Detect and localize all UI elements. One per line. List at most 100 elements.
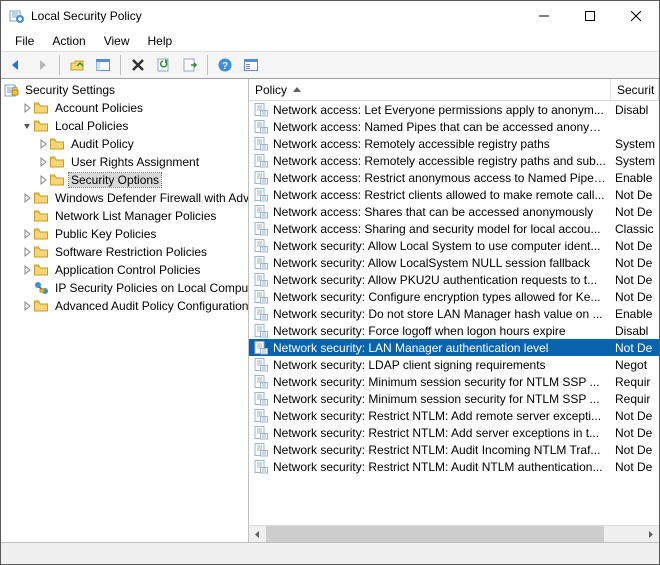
- menu-action[interactable]: Action: [44, 33, 93, 49]
- scroll-left-icon[interactable]: [249, 526, 266, 542]
- back-button[interactable]: [5, 54, 27, 76]
- policy-item-icon: [253, 102, 269, 118]
- maximize-button[interactable]: [567, 1, 613, 31]
- list-row[interactable]: Network security: Restrict NTLM: Audit N…: [249, 458, 659, 475]
- sort-asc-icon: [293, 87, 301, 92]
- list-row[interactable]: Network security: Restrict NTLM: Audit I…: [249, 441, 659, 458]
- list-row[interactable]: Network access: Shares that can be acces…: [249, 203, 659, 220]
- list-row[interactable]: Network security: Allow LocalSystem NULL…: [249, 254, 659, 271]
- list-row[interactable]: Network access: Let Everyone permissions…: [249, 101, 659, 118]
- policy-cell: Network security: Allow LocalSystem NULL…: [273, 256, 615, 270]
- expand-icon[interactable]: [21, 300, 33, 312]
- setting-cell: Not De: [615, 409, 659, 423]
- list-pane: Policy Securit Network access: Let Every…: [249, 79, 659, 542]
- policy-item-icon: [253, 289, 269, 305]
- column-header-security-setting[interactable]: Securit: [611, 79, 659, 100]
- minimize-button[interactable]: [521, 1, 567, 31]
- tree-item[interactable]: Windows Defender Firewall with Adva: [1, 189, 249, 207]
- setting-cell: Not De: [615, 188, 659, 202]
- list-body[interactable]: Network access: Let Everyone permissions…: [249, 101, 659, 525]
- column-header-policy[interactable]: Policy: [249, 79, 611, 100]
- tree-item[interactable]: Audit Policy: [1, 135, 249, 153]
- list-row[interactable]: Network security: LDAP client signing re…: [249, 356, 659, 373]
- horizontal-scrollbar[interactable]: [249, 525, 659, 542]
- tree-pane[interactable]: Security Settings Account Policies Local …: [1, 79, 249, 542]
- scrollbar-thumb[interactable]: [266, 526, 604, 542]
- up-button[interactable]: [66, 54, 88, 76]
- menu-file[interactable]: File: [7, 33, 42, 49]
- expand-icon[interactable]: [37, 138, 49, 150]
- properties-button[interactable]: [240, 54, 262, 76]
- close-button[interactable]: [613, 1, 659, 31]
- tree-item[interactable]: Network List Manager Policies: [1, 207, 249, 225]
- expand-icon[interactable]: [21, 228, 33, 240]
- tree-item[interactable]: Public Key Policies: [1, 225, 249, 243]
- expand-icon[interactable]: [37, 174, 49, 186]
- policy-cell: Network security: Allow Local System to …: [273, 239, 615, 253]
- setting-cell: Not De: [615, 273, 659, 287]
- collapse-icon[interactable]: [21, 120, 33, 132]
- list-row[interactable]: Network security: Restrict NTLM: Add ser…: [249, 424, 659, 441]
- policy-cell: Network access: Named Pipes that can be …: [273, 120, 615, 134]
- refresh-button[interactable]: [153, 54, 175, 76]
- help-button[interactable]: ?: [214, 54, 236, 76]
- tree-item[interactable]: User Rights Assignment: [1, 153, 249, 171]
- setting-cell: Disabl: [615, 103, 659, 117]
- list-row[interactable]: Network access: Restrict clients allowed…: [249, 186, 659, 203]
- list-row[interactable]: Network access: Remotely accessible regi…: [249, 135, 659, 152]
- list-row[interactable]: Network access: Restrict anonymous acces…: [249, 169, 659, 186]
- menu-help[interactable]: Help: [140, 33, 181, 49]
- tree-item[interactable]: Application Control Policies: [1, 261, 249, 279]
- tree-item[interactable]: IP Security Policies on Local Compute: [1, 279, 249, 297]
- policy-item-icon: [253, 442, 269, 458]
- policy-item-icon: [253, 119, 269, 135]
- policy-cell: Network security: Restrict NTLM: Audit N…: [273, 460, 615, 474]
- list-row[interactable]: Network security: Allow Local System to …: [249, 237, 659, 254]
- expand-icon[interactable]: [21, 264, 33, 276]
- tree-item-label: Audit Policy: [71, 137, 134, 151]
- policy-item-icon: [253, 187, 269, 203]
- folder-icon: [49, 136, 65, 152]
- policy-cell: Network security: Do not store LAN Manag…: [273, 307, 615, 321]
- export-button[interactable]: [179, 54, 201, 76]
- list-row[interactable]: Network access: Remotely accessible regi…: [249, 152, 659, 169]
- forward-button[interactable]: [31, 54, 53, 76]
- list-row[interactable]: Network access: Named Pipes that can be …: [249, 118, 659, 135]
- policy-cell: Network access: Restrict clients allowed…: [273, 188, 615, 202]
- policy-item-icon: [253, 408, 269, 424]
- list-row[interactable]: Network security: Allow PKU2U authentica…: [249, 271, 659, 288]
- show-hide-tree-button[interactable]: [92, 54, 114, 76]
- expand-icon[interactable]: [21, 102, 33, 114]
- list-row[interactable]: Network security: Minimum session securi…: [249, 390, 659, 407]
- tree-root-label: Security Settings: [25, 83, 115, 97]
- menu-view[interactable]: View: [96, 33, 138, 49]
- list-row[interactable]: Network security: Minimum session securi…: [249, 373, 659, 390]
- scroll-right-icon[interactable]: [642, 526, 659, 542]
- tree-item[interactable]: Software Restriction Policies: [1, 243, 249, 261]
- tree-item[interactable]: Local Policies: [1, 117, 249, 135]
- setting-cell: Not De: [615, 341, 659, 355]
- tree-item-label: Local Policies: [55, 119, 128, 133]
- svg-text:?: ?: [222, 61, 228, 72]
- policy-item-icon: [253, 391, 269, 407]
- list-row[interactable]: Network security: Configure encryption t…: [249, 288, 659, 305]
- list-row[interactable]: Network security: Force logoff when logo…: [249, 322, 659, 339]
- expand-icon[interactable]: [37, 156, 49, 168]
- tree-root[interactable]: Security Settings: [1, 81, 249, 99]
- policy-item-icon: [253, 323, 269, 339]
- tree-item[interactable]: Security Options: [1, 171, 249, 189]
- list-row[interactable]: Network access: Sharing and security mod…: [249, 220, 659, 237]
- list-row[interactable]: Network security: Restrict NTLM: Add rem…: [249, 407, 659, 424]
- titlebar: Local Security Policy: [1, 1, 659, 31]
- list-row[interactable]: Network security: Do not store LAN Manag…: [249, 305, 659, 322]
- expand-icon[interactable]: [21, 246, 33, 258]
- policy-cell: Network security: Restrict NTLM: Audit I…: [273, 443, 615, 457]
- policy-item-icon: [253, 170, 269, 186]
- list-row[interactable]: Network security: LAN Manager authentica…: [249, 339, 659, 356]
- tree-item[interactable]: Advanced Audit Policy Configuration: [1, 297, 249, 315]
- tree-item[interactable]: Account Policies: [1, 99, 249, 117]
- expand-icon[interactable]: [21, 192, 33, 204]
- folder-icon: [33, 118, 49, 134]
- delete-button[interactable]: [127, 54, 149, 76]
- tree-item-label: Network List Manager Policies: [55, 209, 216, 223]
